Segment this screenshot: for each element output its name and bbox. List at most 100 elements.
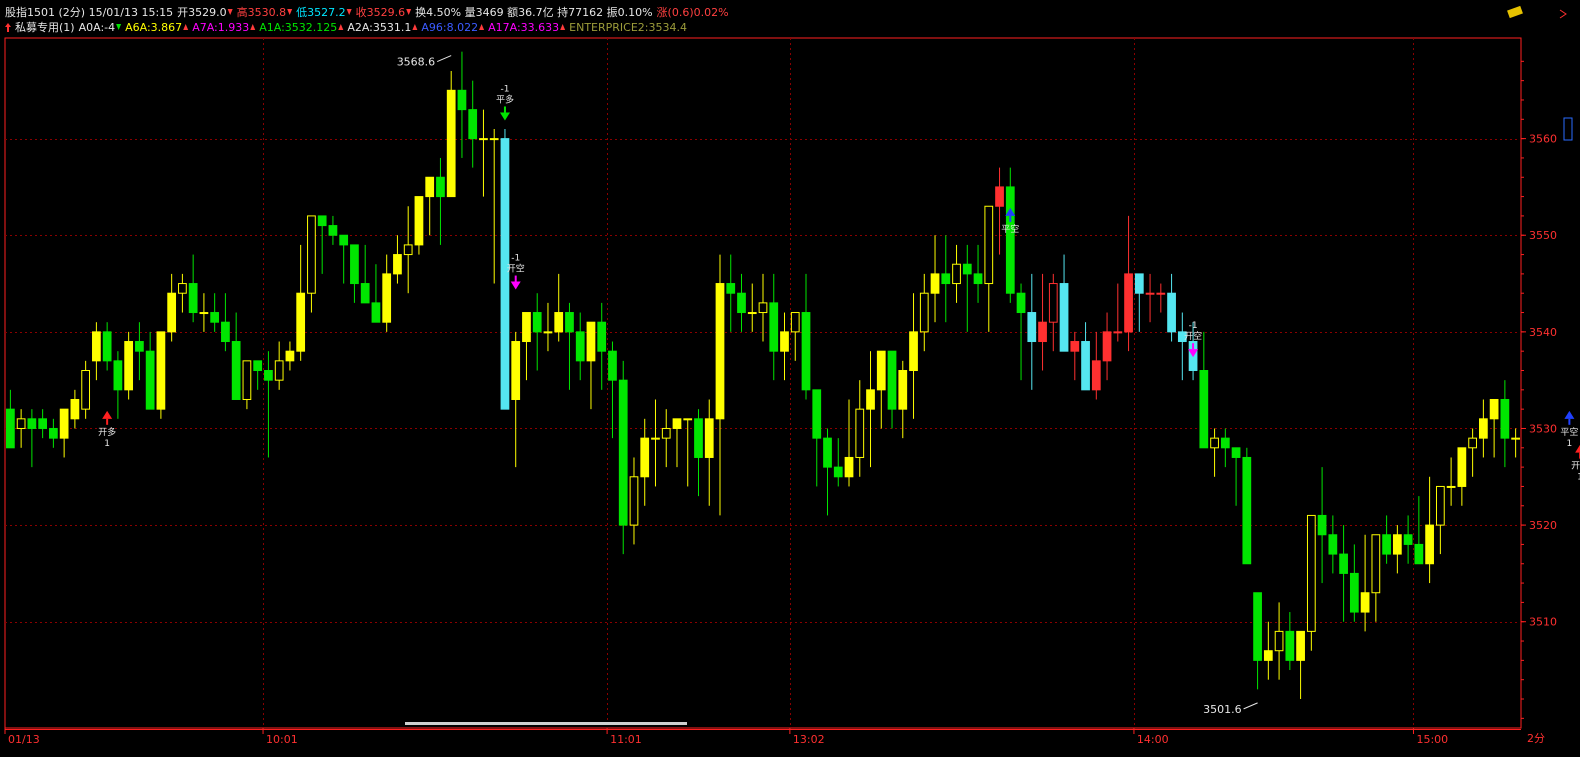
candle[interactable] bbox=[414, 196, 424, 255]
candle[interactable] bbox=[618, 360, 628, 555]
candle[interactable] bbox=[1392, 525, 1402, 574]
candle[interactable] bbox=[640, 418, 650, 506]
candle[interactable] bbox=[1177, 312, 1187, 381]
candle[interactable] bbox=[1360, 534, 1370, 632]
candle[interactable] bbox=[81, 360, 91, 419]
candle[interactable] bbox=[661, 409, 671, 468]
candle[interactable] bbox=[941, 235, 951, 323]
candle[interactable] bbox=[1124, 215, 1133, 352]
candle[interactable] bbox=[1446, 457, 1456, 506]
candle[interactable] bbox=[1274, 602, 1284, 680]
candle[interactable] bbox=[145, 331, 155, 410]
candle[interactable] bbox=[489, 128, 499, 284]
candle[interactable] bbox=[135, 322, 144, 381]
candle[interactable] bbox=[1167, 273, 1176, 342]
candle[interactable] bbox=[952, 244, 961, 303]
candle[interactable] bbox=[102, 322, 112, 371]
candle[interactable] bbox=[812, 389, 822, 487]
candle[interactable] bbox=[1511, 428, 1520, 458]
candle[interactable] bbox=[823, 428, 832, 516]
candle[interactable] bbox=[984, 205, 994, 332]
candle[interactable] bbox=[328, 215, 338, 245]
candle[interactable] bbox=[511, 331, 521, 468]
candle[interactable] bbox=[1070, 331, 1080, 381]
candle[interactable] bbox=[221, 293, 230, 352]
candle[interactable] bbox=[704, 399, 714, 506]
candle[interactable] bbox=[790, 312, 800, 361]
candle[interactable] bbox=[651, 399, 660, 487]
candle[interactable] bbox=[307, 215, 316, 313]
candle[interactable] bbox=[188, 254, 198, 323]
candle[interactable] bbox=[1285, 612, 1295, 671]
candle[interactable] bbox=[1339, 525, 1348, 622]
candle[interactable] bbox=[457, 51, 467, 158]
candle[interactable] bbox=[1263, 621, 1273, 680]
candle[interactable] bbox=[586, 321, 596, 410]
candle[interactable] bbox=[1016, 283, 1026, 381]
candle[interactable] bbox=[909, 293, 918, 419]
candle[interactable] bbox=[715, 254, 725, 516]
candle[interactable] bbox=[1210, 428, 1219, 477]
candle[interactable] bbox=[1081, 322, 1090, 391]
candle[interactable] bbox=[242, 360, 252, 410]
candle[interactable] bbox=[1296, 630, 1305, 700]
candle[interactable] bbox=[597, 302, 607, 390]
candle[interactable] bbox=[866, 351, 875, 468]
candle[interactable] bbox=[898, 360, 908, 439]
candle[interactable] bbox=[210, 293, 220, 332]
candle[interactable] bbox=[296, 244, 306, 361]
candle[interactable] bbox=[1253, 592, 1262, 690]
horizontal-scrollbar[interactable] bbox=[405, 722, 687, 725]
candle[interactable] bbox=[532, 293, 542, 371]
candle[interactable] bbox=[1328, 515, 1338, 574]
candle[interactable] bbox=[876, 350, 886, 429]
candle[interactable] bbox=[167, 273, 177, 342]
candle[interactable] bbox=[1027, 273, 1037, 390]
candle[interactable] bbox=[59, 408, 69, 458]
candle[interactable] bbox=[16, 409, 26, 448]
candle[interactable] bbox=[769, 273, 779, 381]
candle[interactable] bbox=[1317, 467, 1327, 584]
candle[interactable] bbox=[1414, 496, 1424, 565]
candle[interactable] bbox=[317, 215, 327, 274]
candle[interactable] bbox=[930, 235, 940, 323]
candle[interactable] bbox=[92, 322, 101, 381]
candle[interactable] bbox=[446, 70, 456, 198]
candle[interactable] bbox=[833, 438, 843, 487]
gold-bar-icon[interactable] bbox=[1507, 5, 1523, 19]
candle[interactable] bbox=[995, 167, 1004, 255]
candle[interactable] bbox=[1435, 485, 1445, 555]
candle[interactable] bbox=[253, 360, 263, 390]
candle[interactable] bbox=[1156, 283, 1166, 313]
candle[interactable] bbox=[156, 331, 166, 419]
candle[interactable] bbox=[844, 399, 854, 487]
candle[interactable] bbox=[371, 264, 381, 323]
side-panel-toggle[interactable] bbox=[1563, 117, 1573, 141]
candle[interactable] bbox=[231, 312, 241, 400]
candle[interactable] bbox=[1091, 331, 1101, 400]
candle[interactable] bbox=[425, 176, 435, 236]
candle[interactable] bbox=[124, 331, 134, 400]
candle[interactable] bbox=[758, 273, 768, 342]
candle[interactable] bbox=[113, 351, 123, 419]
candle[interactable] bbox=[973, 244, 983, 303]
candle[interactable] bbox=[1113, 283, 1123, 342]
candle[interactable] bbox=[1059, 254, 1069, 352]
candle[interactable] bbox=[1306, 514, 1316, 651]
candle[interactable] bbox=[436, 157, 445, 245]
candle[interactable] bbox=[49, 418, 58, 448]
candle[interactable] bbox=[1005, 167, 1015, 303]
candle[interactable] bbox=[1403, 515, 1413, 564]
candle[interactable] bbox=[629, 457, 639, 545]
candle[interactable] bbox=[1038, 273, 1047, 371]
candle[interactable] bbox=[38, 409, 48, 439]
candle[interactable] bbox=[737, 273, 746, 332]
candle[interactable] bbox=[178, 273, 187, 313]
candle[interactable] bbox=[1145, 273, 1155, 323]
candle[interactable] bbox=[1500, 380, 1510, 468]
candle[interactable] bbox=[468, 80, 478, 168]
candle[interactable] bbox=[479, 109, 488, 197]
candle[interactable] bbox=[339, 234, 349, 284]
candle[interactable] bbox=[672, 418, 682, 468]
candle[interactable] bbox=[726, 254, 736, 332]
